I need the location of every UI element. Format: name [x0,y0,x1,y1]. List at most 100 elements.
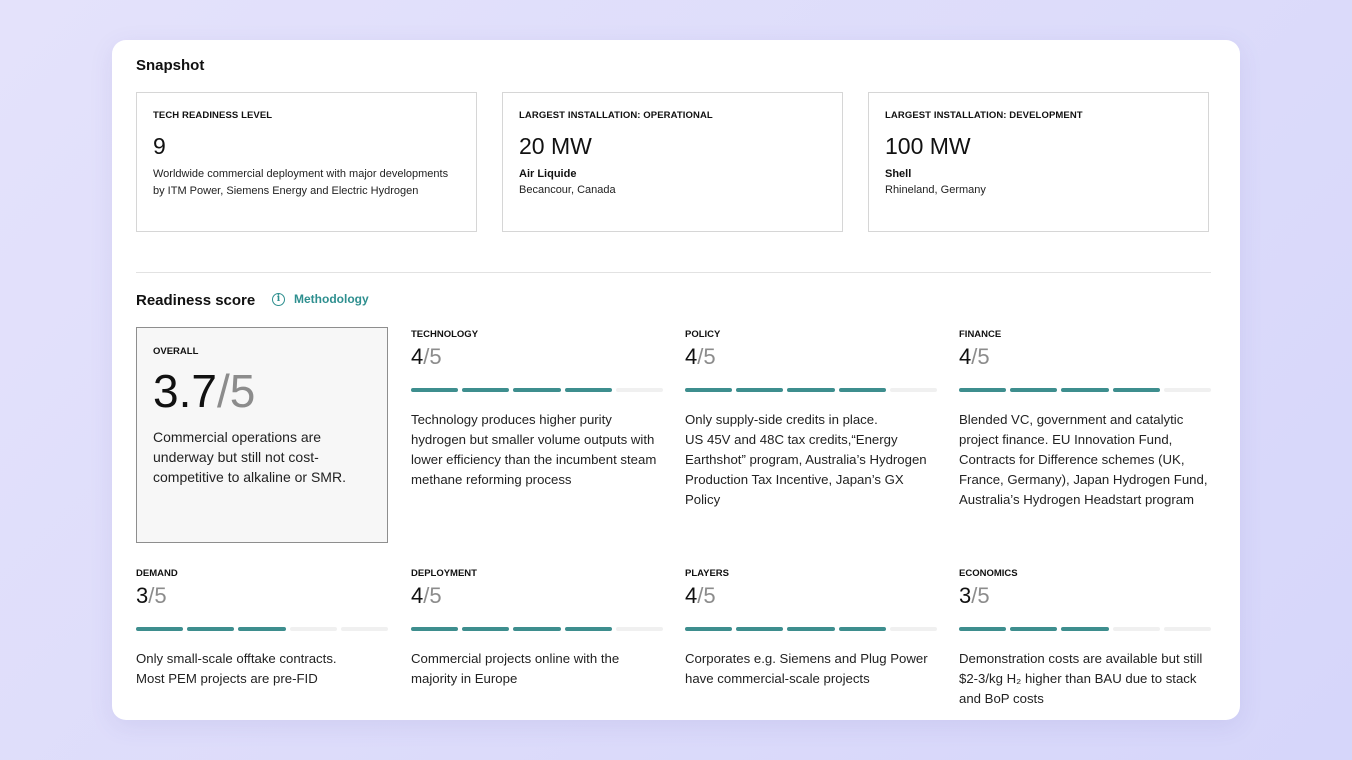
bar-segment-empty [1163,388,1212,392]
tech-readiness-value: 9 [153,133,166,159]
metric-score: 4/5 [959,344,1211,370]
overall-score-box: OVERALL 3.7/5 Commercial operations are … [136,327,388,543]
methodology-link[interactable]: i Methodology [272,292,369,306]
bar-segment-filled [959,627,1007,631]
metric-deployment: DEPLOYMENT 4/5 Commercial projects online … [411,568,664,689]
metric-score-denominator: /5 [697,583,716,608]
bar-segment-filled [462,388,510,392]
bar-segment-filled [685,388,733,392]
metric-score-value: 4 [959,344,972,369]
overall-desc: Commercial operations are underway but s… [153,429,346,485]
score-progress-bar [136,627,389,631]
metric-desc: Only supply-side credits in place. US 45… [685,412,927,507]
overall-label: OVERALL [153,346,199,357]
bar-segment-empty [889,388,938,392]
bar-segment-filled [736,388,784,392]
bar-segment-filled [238,627,286,631]
metric-score-denominator: /5 [971,344,990,369]
metric-score-value: 3 [959,583,972,608]
metric-score-denominator: /5 [148,583,167,608]
metric-label: DEMAND [136,568,178,579]
metric-score-value: 3 [136,583,149,608]
info-icon: i [272,292,285,306]
methodology-label: Methodology [294,292,369,306]
metric-score: 3/5 [959,583,1211,609]
metric-desc: Demonstration costs are available but st… [959,651,1203,706]
metric-desc: Corporates e.g. Siemens and Plug Power h… [685,651,928,686]
metric-desc: Technology produces higher purity hydrog… [411,412,657,487]
metric-desc: Blended VC, government and catalytic pro… [959,412,1208,507]
metric-score-value: 4 [411,583,424,608]
overall-score-denominator: /5 [216,365,256,417]
metric-score: 4/5 [685,583,937,609]
bar-segment-filled [513,388,561,392]
tech-readiness-desc: Worldwide commercial deployment with maj… [153,168,449,197]
metric-score-denominator: /5 [697,344,716,369]
overall-score-value: 3.7 [153,365,217,417]
metric-score-denominator: /5 [423,583,442,608]
score-progress-bar [959,388,1212,392]
metric-economics: ECONOMICS 3/5 Demonstration costs are avai… [959,568,1212,709]
metric-desc: Commercial projects online with the majo… [411,651,620,686]
metric-label: TECHNOLOGY [411,329,479,340]
operational-value: 20 MW [519,133,592,159]
bar-segment-empty [615,627,664,631]
bar-segment-filled [959,388,1007,392]
bar-segment-empty [289,627,337,631]
development-value: 100 MW [885,133,971,159]
metric-finance: FINANCE 4/5 Blended VC, government and cat… [959,329,1212,510]
score-progress-bar [411,627,664,631]
bar-segment-filled [411,627,459,631]
metric-score: 4/5 [685,344,937,370]
metric-label: DEPLOYMENT [411,568,477,579]
bar-segment-filled [1112,388,1160,392]
score-progress-bar [685,388,938,392]
operational-name: Air Liquide [519,168,577,180]
metric-technology: TECHNOLOGY 4/5 Technology produces higher … [411,329,664,490]
metric-label: ECONOMICS [959,568,1018,579]
development-label: LARGEST INSTALLATION: DEVELOPMENT [885,110,1083,121]
metric-score: 4/5 [411,344,663,370]
operational-location: Becancour, Canada [519,184,616,196]
metric-desc: Only small-scale offtake contracts. Most… [136,651,337,686]
bar-segment-filled [1061,388,1109,392]
development-name: Shell [885,168,912,180]
metric-score-value: 4 [685,344,698,369]
bar-segment-filled [513,627,561,631]
section-divider [136,272,1211,273]
bar-segment-empty [1112,627,1160,631]
bar-segment-filled [1010,388,1058,392]
metric-score-denominator: /5 [971,583,990,608]
readiness-title: Readiness score [136,292,256,309]
score-progress-bar [411,388,664,392]
metric-label: PLAYERS [685,568,729,579]
tech-readiness-box: TECH READINESS LEVEL 9 Worldwide commerc… [136,92,477,232]
overall-score: 3.7/5 [153,367,371,415]
score-progress-bar [685,627,938,631]
bar-segment-filled [838,388,886,392]
bar-segment-filled [136,627,184,631]
metric-label: POLICY [685,329,721,340]
bar-segment-filled [787,627,835,631]
bar-segment-empty [1163,627,1212,631]
largest-operational-box: LARGEST INSTALLATION: OPERATIONAL 20 MW … [502,92,843,232]
metric-label: FINANCE [959,329,1002,340]
metric-score-value: 4 [685,583,698,608]
metric-score: 3/5 [136,583,388,609]
bar-segment-filled [564,388,612,392]
development-location: Rhineland, Germany [885,184,986,196]
largest-development-box: LARGEST INSTALLATION: DEVELOPMENT 100 MW… [868,92,1209,232]
bar-segment-filled [1061,627,1109,631]
bar-segment-filled [564,627,612,631]
bar-segment-filled [838,627,886,631]
bar-segment-empty [340,627,389,631]
score-progress-bar [959,627,1212,631]
bar-segment-filled [787,388,835,392]
metric-score-value: 4 [411,344,424,369]
metric-players: PLAYERS 4/5 Corporates e.g. Siemens and Pl… [685,568,938,689]
bar-segment-filled [187,627,235,631]
bar-segment-filled [736,627,784,631]
bar-segment-empty [889,627,938,631]
metric-score-denominator: /5 [423,344,442,369]
bar-segment-filled [411,388,459,392]
